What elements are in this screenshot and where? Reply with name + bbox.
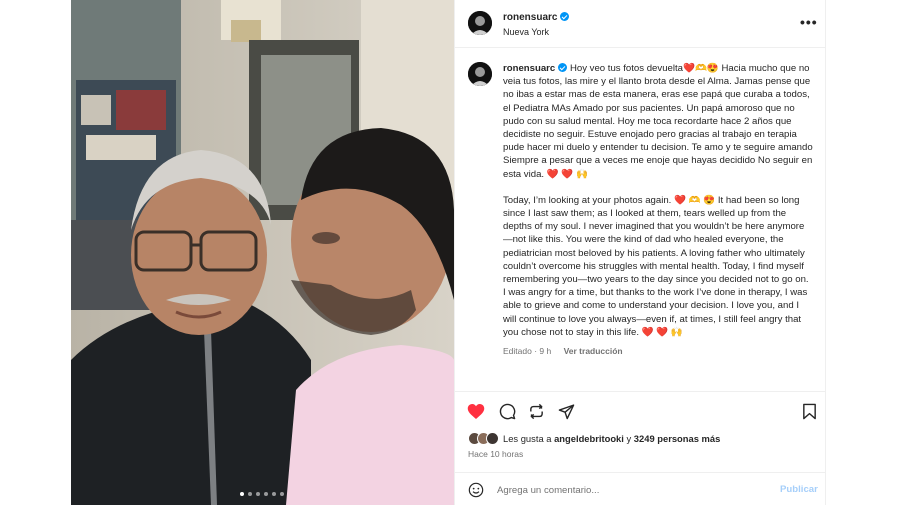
edited-label: Editado · 9 h bbox=[503, 346, 552, 357]
avatar-image bbox=[468, 11, 492, 35]
post-location[interactable]: Nueva York bbox=[503, 27, 549, 37]
likes-count[interactable]: 3249 personas más bbox=[634, 433, 721, 444]
comment-button[interactable] bbox=[497, 401, 517, 421]
verified-badge-icon bbox=[560, 12, 570, 21]
carousel-dots bbox=[240, 492, 284, 496]
post-actions: Les gusta a angeldebritooki y 3249 perso… bbox=[455, 391, 826, 505]
carousel-dot bbox=[248, 492, 252, 496]
carousel-dot bbox=[264, 492, 268, 496]
emoji-picker-button[interactable] bbox=[468, 482, 484, 498]
post-timestamp[interactable]: Hace 10 horas bbox=[468, 449, 523, 459]
post-side-panel: ronensuarc Nueva York ••• ronensuarc Hoy… bbox=[454, 0, 826, 505]
verified-badge-icon bbox=[558, 63, 568, 72]
likes-summary[interactable]: Les gusta a angeldebritooki y 3249 perso… bbox=[468, 432, 720, 445]
save-button[interactable] bbox=[799, 401, 819, 421]
more-horizontal-icon[interactable]: ••• bbox=[800, 14, 818, 30]
repost-icon bbox=[529, 403, 543, 419]
carousel-dot bbox=[280, 492, 284, 496]
caption-section: ronensuarc Hoy veo tus fotos devuelta❤️🫶… bbox=[455, 49, 826, 391]
author-avatar[interactable] bbox=[468, 11, 492, 35]
likes-prefix: Les gusta a bbox=[503, 433, 555, 444]
emoji-smile-icon bbox=[468, 482, 484, 498]
send-button[interactable] bbox=[556, 401, 576, 421]
photo-illustration bbox=[71, 0, 454, 505]
carousel-dot bbox=[272, 492, 276, 496]
likes-text: Les gusta a angeldebritooki y 3249 perso… bbox=[503, 433, 720, 444]
post-photo[interactable] bbox=[71, 0, 454, 505]
liker-avatar bbox=[486, 432, 499, 445]
publish-button[interactable]: Publicar bbox=[780, 484, 818, 495]
like-button[interactable] bbox=[466, 401, 486, 421]
avatar-image bbox=[468, 62, 492, 86]
caption-text-spanish: Hoy veo tus fotos devuelta❤️🫶😍 Hacia muc… bbox=[503, 63, 816, 180]
liker-username[interactable]: angeldebritooki bbox=[554, 433, 624, 444]
bookmark-icon bbox=[802, 403, 816, 419]
comment-icon bbox=[499, 403, 515, 419]
author-username-text: ronensuarc bbox=[503, 12, 558, 23]
send-icon bbox=[558, 403, 574, 419]
heart-filled-icon bbox=[467, 403, 485, 419]
instagram-post-view: ronensuarc Nueva York ••• ronensuarc Hoy… bbox=[0, 0, 900, 505]
post-header: ronensuarc Nueva York ••• bbox=[455, 0, 826, 48]
repost-button[interactable] bbox=[526, 401, 546, 421]
likes-connector: y bbox=[623, 433, 634, 444]
caption-body: ronensuarc Hoy veo tus fotos devuelta❤️🫶… bbox=[503, 62, 813, 358]
carousel-dot bbox=[240, 492, 244, 496]
caption-username[interactable]: ronensuarc bbox=[503, 63, 568, 74]
caption-username-text: ronensuarc bbox=[503, 63, 556, 74]
caption-author-avatar[interactable] bbox=[468, 62, 492, 86]
author-username[interactable]: ronensuarc bbox=[503, 12, 570, 23]
caption-meta: Editado · 9 h Ver traducción bbox=[503, 345, 813, 358]
comment-input[interactable] bbox=[497, 483, 757, 497]
caption-text-english: Today, I’m looking at your photos again.… bbox=[503, 194, 812, 338]
carousel-dot bbox=[256, 492, 260, 496]
see-translation-link[interactable]: Ver traducción bbox=[564, 346, 623, 356]
comment-bar: Publicar bbox=[455, 472, 826, 505]
